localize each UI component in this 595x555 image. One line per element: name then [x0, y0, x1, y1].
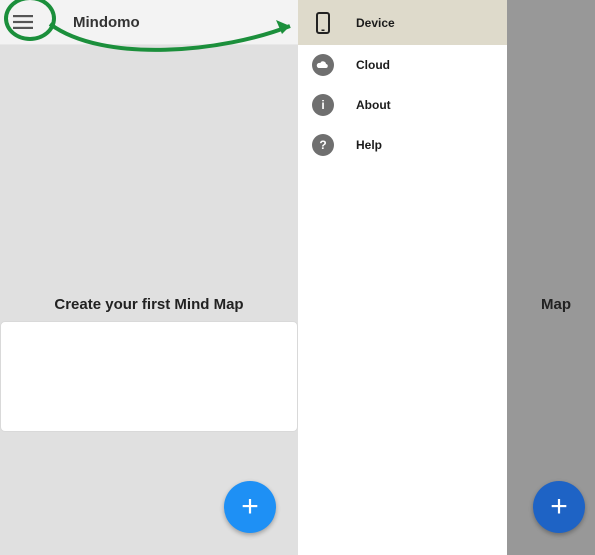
drawer-item-label: Device	[356, 16, 395, 30]
map-card-placeholder[interactable]	[0, 321, 298, 432]
create-map-fab[interactable]: +	[533, 481, 585, 533]
help-icon: ?	[312, 134, 334, 156]
screenshot-left: Mindomo Create your first Mind Map +	[0, 0, 298, 555]
app-title: Mindomo	[73, 14, 140, 31]
drawer-item-device[interactable]: Device	[298, 0, 507, 45]
hamburger-button[interactable]	[0, 0, 45, 45]
device-icon	[312, 12, 334, 34]
drawer-item-label: Cloud	[356, 58, 390, 72]
drawer-item-about[interactable]: i About	[298, 85, 507, 125]
info-icon: i	[312, 94, 334, 116]
drawer-item-label: Help	[356, 138, 382, 152]
create-map-fab[interactable]: +	[224, 481, 276, 533]
plus-icon: +	[241, 490, 259, 524]
drawer-item-label: About	[356, 98, 391, 112]
screenshot-right: Map + Device Cloud	[298, 0, 595, 555]
top-bar: Mindomo	[0, 0, 298, 45]
cloud-icon	[312, 54, 334, 76]
empty-state-prompt: Create your first Mind Map	[0, 296, 298, 313]
drawer-item-cloud[interactable]: Cloud	[298, 45, 507, 85]
empty-state-prompt-partial: Map	[541, 296, 571, 313]
hamburger-icon	[13, 15, 33, 29]
drawer-item-help[interactable]: ? Help	[298, 125, 507, 165]
plus-icon: +	[550, 490, 568, 524]
navigation-drawer: Device Cloud i About ? Help	[298, 0, 507, 555]
